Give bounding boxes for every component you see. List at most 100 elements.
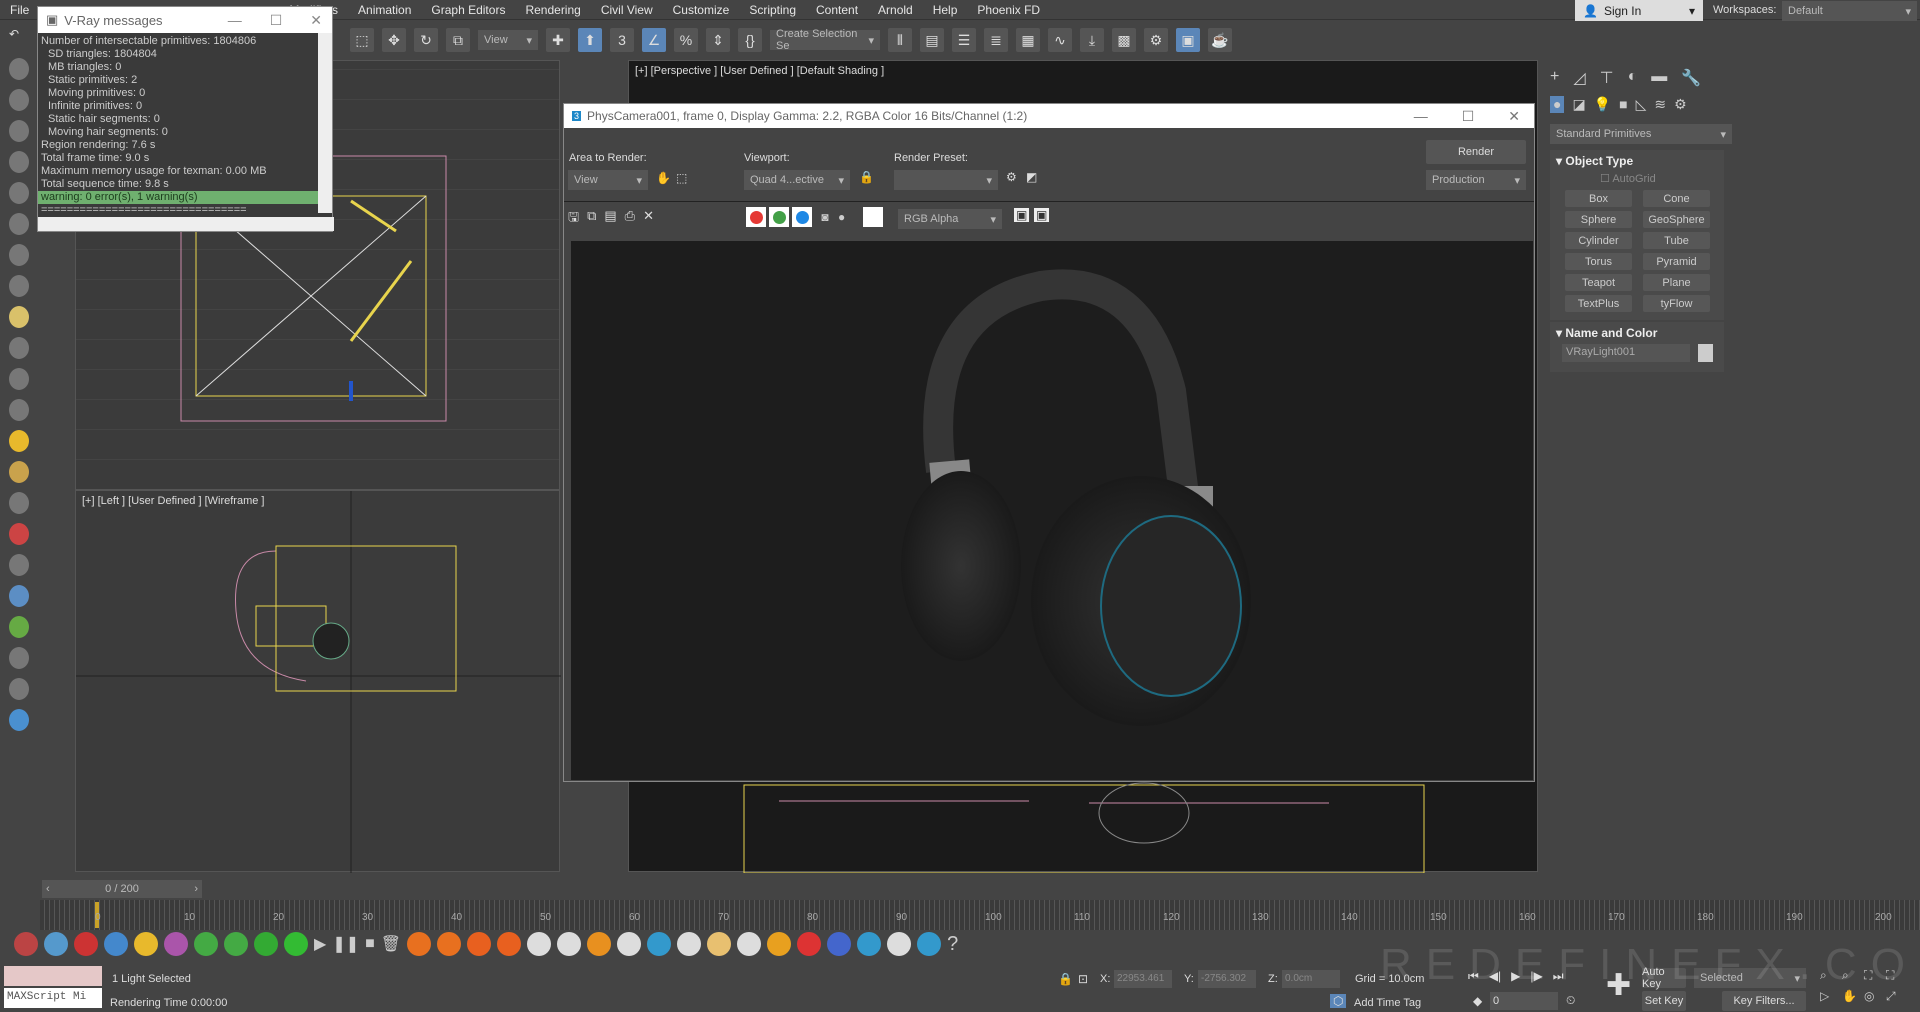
tube-button[interactable]: Tube [1643,232,1710,249]
undo-icon[interactable]: ↶ [9,27,29,49]
tool-icon[interactable] [677,932,702,956]
mirror-icon[interactable]: ⫴ [888,28,912,52]
autogrid-checkbox[interactable]: ☐ AutoGrid [1600,172,1656,185]
tool-icon[interactable] [797,932,822,956]
render-setup-icon[interactable]: ⚙ [1006,170,1017,184]
menu-rendering[interactable]: Rendering [515,3,590,17]
menu-graph-editors[interactable]: Graph Editors [421,3,515,17]
delete-icon[interactable]: 🗑 [381,934,401,954]
geosphere-button[interactable]: GeoSphere [1643,211,1710,228]
display-window-icon[interactable]: ▣ [1034,208,1050,222]
area-to-render-dropdown[interactable]: View ▾ [568,170,648,190]
ribbon-icon[interactable]: ≣ [984,28,1008,52]
rotate-icon[interactable]: ↻ [414,28,438,52]
tool-icon[interactable] [9,399,29,421]
angle-snap-icon[interactable]: ∠ [642,28,666,52]
tool-icon[interactable] [9,585,29,607]
hierarchy-tab-icon[interactable]: ⊤ [1600,68,1614,88]
pivot-icon[interactable]: ✚ [546,28,570,52]
render-setup-icon[interactable]: ⚙ [1144,28,1168,52]
close-button[interactable]: ✕ [1508,108,1520,125]
tool-icon[interactable] [9,461,29,483]
fire-icon[interactable] [467,932,492,956]
tool-icon[interactable] [194,932,218,956]
play-icon[interactable]: ▶ [314,934,326,954]
maximize-viewport-icon[interactable]: ⤢ [1886,989,1908,1004]
green-channel-toggle[interactable] [769,207,789,227]
menu-customize[interactable]: Customize [663,3,740,17]
channel-dropdown[interactable]: RGB Alpha ▾ [898,209,1002,229]
tool-icon[interactable] [104,932,128,956]
message-log[interactable]: Number of intersectable primitives: 1804… [38,33,320,213]
orbit-icon[interactable]: ◎ [1864,989,1886,1004]
named-selection-icon[interactable]: {} [738,28,762,52]
motion-tab-icon[interactable]: ◐ [1628,68,1638,88]
prev-frame-icon[interactable]: ‹ [46,883,50,895]
schematic-icon[interactable]: ▦ [1016,28,1040,52]
key-filters-button[interactable]: Key Filters... [1722,991,1806,1011]
sphere-button[interactable]: Sphere [1565,211,1632,228]
minimize-button[interactable]: — [228,12,242,29]
percent-snap-icon[interactable]: % [674,28,698,52]
background-color-swatch[interactable] [863,207,883,227]
tool-icon[interactable] [9,554,29,576]
move-icon[interactable]: ✥ [382,28,406,52]
maximize-button[interactable]: ☐ [270,12,283,29]
pyramid-button[interactable]: Pyramid [1643,253,1710,270]
tool-icon[interactable] [9,213,29,235]
time-slider[interactable]: ‹ 0 / 200 › [42,880,202,898]
pause-icon[interactable]: ❚❚ [332,934,359,954]
align-icon[interactable]: ▤ [920,28,944,52]
alpha-channel-toggle[interactable]: ◙ [815,207,835,227]
viewport-left[interactable]: [+] [Left ] [User Defined ] [Wireframe ] [75,490,561,873]
textplus-button[interactable]: TextPlus [1565,295,1632,312]
tool-icon[interactable] [9,709,29,731]
tool-icon[interactable] [284,932,308,956]
cylinder-button[interactable]: Cylinder [1565,232,1632,249]
monochrome-toggle[interactable]: ● [838,210,856,224]
horizontal-scrollbar[interactable] [38,217,334,231]
help-icon[interactable]: ? [947,933,958,956]
fire-icon[interactable] [497,932,522,956]
clear-icon[interactable]: ✕ [643,208,654,230]
next-frame-icon[interactable]: › [194,883,198,895]
menu-arnold[interactable]: Arnold [868,3,923,17]
add-time-tag[interactable]: Add Time Tag [1354,997,1421,1009]
tool-icon[interactable] [527,932,552,956]
material-editor-icon[interactable]: ▩ [1112,28,1136,52]
red-channel-toggle[interactable] [746,207,766,227]
tool-icon[interactable] [9,151,29,173]
dope-sheet-icon[interactable]: ⤓ [1080,28,1104,52]
maxscript-input[interactable]: MAXScript Mi [4,988,102,1008]
z-coordinate-field[interactable]: 0.0cm [1282,970,1340,988]
modify-tab-icon[interactable]: ◿ [1573,68,1585,88]
tool-icon[interactable] [887,932,912,956]
torus-button[interactable]: Torus [1565,253,1632,270]
tool-icon[interactable] [617,932,642,956]
tool-icon[interactable] [9,647,29,669]
spinner-snap-icon[interactable]: ⇕ [706,28,730,52]
tyflow-button[interactable]: tyFlow [1643,295,1710,312]
utilities-tab-icon[interactable]: 🔧 [1681,68,1701,88]
tool-icon[interactable] [9,244,29,266]
tool-icon[interactable] [9,182,29,204]
stop-icon[interactable]: ■ [365,935,375,953]
systems-icon[interactable]: ⚙ [1674,96,1687,113]
menu-scripting[interactable]: Scripting [739,3,806,17]
create-tab-icon[interactable]: + [1550,68,1559,88]
lock-selection-icon[interactable]: 🔒 [1058,972,1073,986]
teapot-button[interactable]: Teapot [1565,274,1632,291]
tool-icon[interactable] [14,932,38,956]
snap-3d-icon[interactable]: 3 [610,28,634,52]
absolute-mode-icon[interactable]: ⊡ [1078,972,1088,986]
tool-icon[interactable] [164,932,188,956]
tool-icon[interactable] [134,932,158,956]
render-production-icon[interactable]: ☕ [1208,28,1232,52]
time-tag-icon[interactable]: ⬡ [1330,994,1347,1008]
helpers-icon[interactable]: ◺ [1636,96,1647,113]
render-button[interactable]: Render [1426,140,1526,164]
rollout-title[interactable]: ▾ Name and Color [1556,326,1657,340]
plane-button[interactable]: Plane [1643,274,1710,291]
curve-editor-icon[interactable]: ∿ [1048,28,1072,52]
box-button[interactable]: Box [1565,190,1632,207]
